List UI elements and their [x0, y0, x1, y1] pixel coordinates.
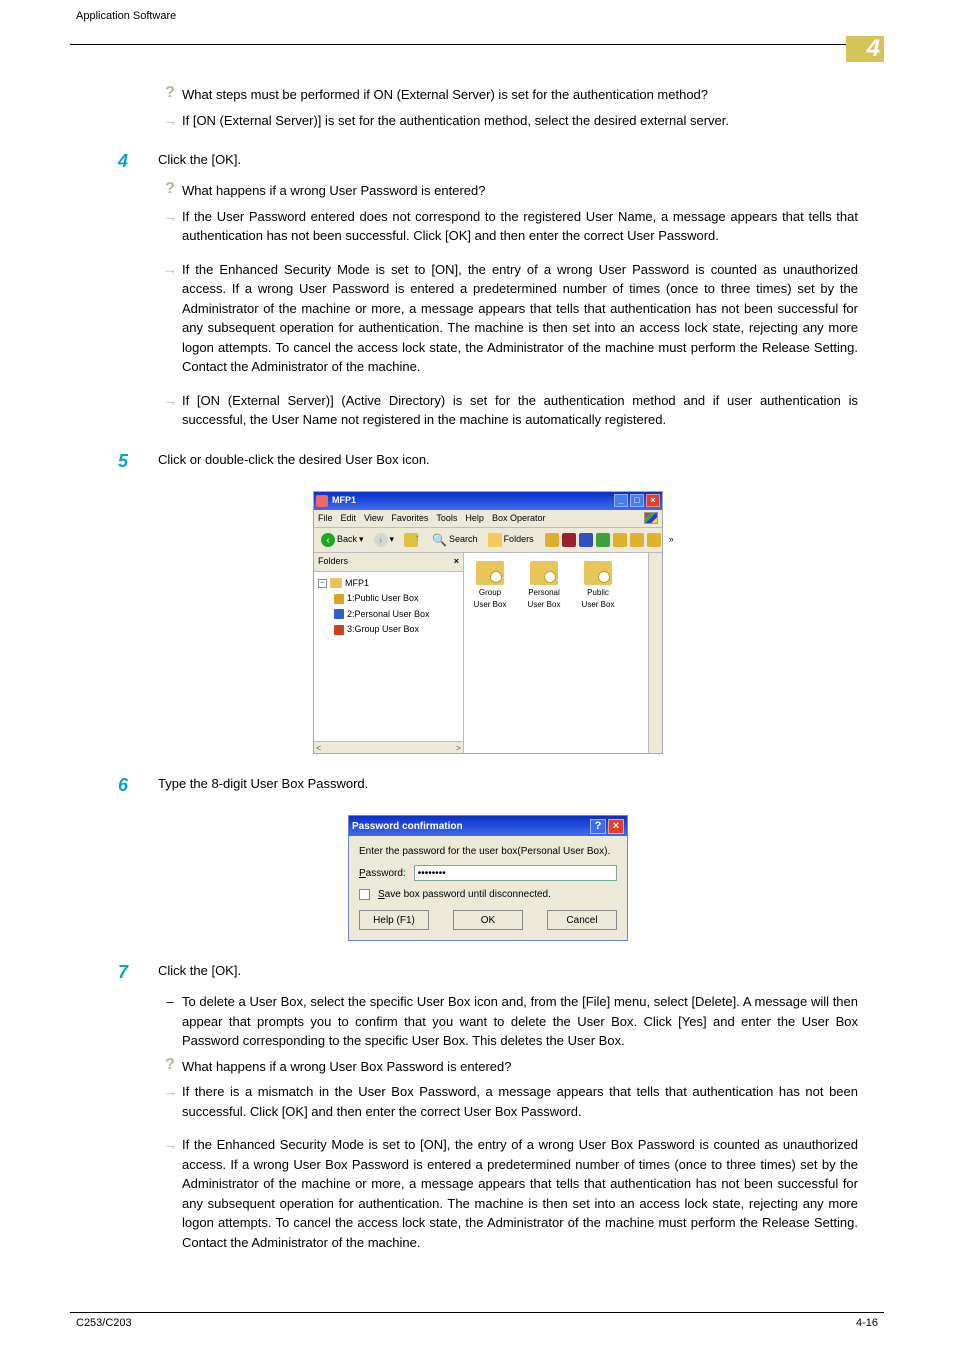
toolbar-icon[interactable]	[562, 533, 576, 547]
arrow-icon: →	[163, 260, 177, 278]
window-title: MFP1	[332, 494, 356, 508]
toolbar-icon[interactable]	[630, 533, 644, 547]
answer-text: If the Enhanced Security Mode is set to …	[182, 1135, 858, 1252]
box-icon	[334, 625, 344, 635]
menu-item[interactable]: Edit	[341, 512, 357, 526]
menu-item[interactable]: Help	[465, 512, 484, 526]
screenshot-explorer: MFP1 _ □ × File Edit View Favorites Tool…	[313, 491, 663, 755]
search-button[interactable]: 🔍Search	[429, 530, 480, 550]
step-text: Click the [OK].	[158, 959, 858, 981]
menu-item[interactable]: Tools	[436, 512, 457, 526]
step-text: Click the [OK].	[158, 148, 858, 170]
user-box-icon[interactable]: Personal User Box	[524, 561, 564, 611]
answer-text: If the Enhanced Security Mode is set to …	[182, 260, 858, 377]
toolbar-icon[interactable]	[596, 533, 610, 547]
help-button[interactable]: ?	[590, 819, 606, 834]
user-box-icon[interactable]: Public User Box	[578, 561, 618, 611]
arrow-icon: →	[163, 391, 177, 409]
toolbar-icon[interactable]	[647, 533, 661, 547]
scrollbar[interactable]	[648, 553, 662, 753]
answer-text: If [ON (External Server)] (Active Direct…	[182, 391, 858, 430]
close-button[interactable]: ×	[646, 494, 660, 507]
answer-text: If [ON (External Server)] is set for the…	[182, 111, 858, 131]
close-pane-icon[interactable]: ×	[454, 555, 459, 569]
tree-node[interactable]: 2:Personal User Box	[334, 607, 459, 623]
arrow-icon: →	[163, 1135, 177, 1153]
question-icon: ?	[165, 1057, 175, 1073]
app-icon	[316, 495, 328, 507]
dialog-title: Password confirmation	[352, 819, 463, 834]
answer-text: If there is a mismatch in the User Box P…	[182, 1082, 858, 1121]
forward-button[interactable]: › ▾	[371, 532, 398, 548]
note-text: To delete a User Box, select the specifi…	[182, 992, 858, 1051]
checkbox-label: Save box password until disconnected.	[378, 887, 551, 902]
qa-text: What happens if a wrong User Password is…	[182, 181, 858, 201]
box-icon	[334, 594, 344, 604]
tree-node[interactable]: 1:Public User Box	[334, 591, 459, 607]
up-button[interactable]	[401, 532, 421, 548]
toolbar-icon[interactable]	[613, 533, 627, 547]
toolbar-icon[interactable]	[545, 533, 559, 547]
question-icon: ?	[165, 85, 175, 101]
close-button[interactable]: ×	[608, 819, 624, 834]
arrow-icon: →	[163, 111, 177, 129]
step-text: Type the 8-digit User Box Password.	[158, 772, 858, 794]
folder-icon	[330, 578, 342, 588]
folders-button[interactable]: Folders	[485, 532, 537, 548]
footer-left: C253/C203	[76, 1317, 132, 1329]
windows-flag-icon	[644, 512, 658, 524]
tree-node[interactable]: −MFP1	[318, 576, 459, 592]
arrow-icon: →	[163, 1082, 177, 1100]
step-text: Click or double-click the desired User B…	[158, 448, 858, 470]
qa-text: What happens if a wrong User Box Passwor…	[182, 1057, 858, 1077]
step-number: 7	[118, 959, 158, 986]
user-box-icon[interactable]: Group User Box	[470, 561, 510, 611]
arrow-icon: →	[163, 207, 177, 225]
menu-item[interactable]: Box Operator	[492, 512, 546, 526]
menu-item[interactable]: File	[318, 512, 333, 526]
answer-text: If the User Password entered does not co…	[182, 207, 858, 246]
step-number: 5	[118, 448, 158, 475]
ok-button[interactable]: OK	[453, 910, 523, 930]
step-number: 4	[118, 148, 158, 175]
scrollbar[interactable]	[314, 741, 463, 753]
maximize-button[interactable]: □	[630, 494, 644, 507]
box-icon	[334, 609, 344, 619]
footer-right: 4-16	[856, 1317, 878, 1329]
tree-node[interactable]: 3:Group User Box	[334, 622, 459, 638]
step-number: 6	[118, 772, 158, 799]
header-title: Application Software	[76, 10, 176, 22]
toolbar-icon[interactable]	[579, 533, 593, 547]
chapter-badge: 4	[846, 36, 884, 62]
dialog-prompt: Enter the password for the user box(Pers…	[359, 844, 617, 859]
back-button[interactable]: ‹Back ▾	[318, 532, 367, 548]
password-input[interactable]	[414, 865, 617, 881]
cancel-button[interactable]: Cancel	[547, 910, 617, 930]
minimize-button[interactable]: _	[614, 494, 628, 507]
menu-item[interactable]: Favorites	[391, 512, 428, 526]
screenshot-password-dialog: Password confirmation ? × Enter the pass…	[348, 815, 628, 941]
dash-icon: –	[166, 992, 173, 1012]
save-password-checkbox[interactable]	[359, 889, 370, 900]
password-label: Password:	[359, 866, 406, 881]
menu-item[interactable]: View	[364, 512, 383, 526]
pane-header: Folders	[318, 555, 348, 569]
question-icon: ?	[165, 181, 175, 197]
qa-text: What steps must be performed if ON (Exte…	[182, 85, 858, 105]
help-button[interactable]: Help (F1)	[359, 910, 429, 930]
